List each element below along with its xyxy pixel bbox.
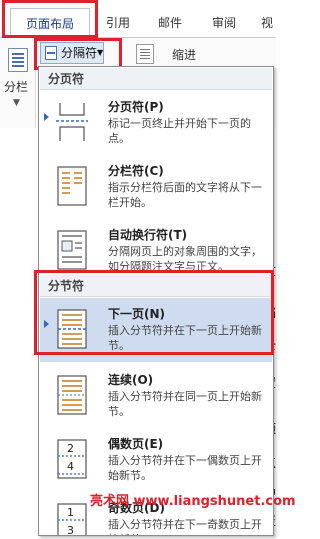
- menu-item-title: 连续(O): [108, 373, 154, 387]
- columns-button[interactable]: 分栏 ▼: [0, 38, 36, 128]
- indent-icon[interactable]: [136, 44, 154, 64]
- menu-item-desc: 插入分节符并在同一页上开始新节。: [108, 390, 262, 418]
- tab-references[interactable]: 引用: [102, 8, 134, 38]
- chevron-down-icon: ▼: [13, 98, 20, 108]
- page-break-section-header: 分页符: [40, 68, 272, 90]
- columns-label: 分栏: [4, 80, 29, 94]
- menu-item-page-break[interactable]: 分页符(P) 标记一页终止并开始下一页的点。: [40, 91, 272, 155]
- menu-item-desc: 标记一页终止并开始下一页的点。: [108, 117, 251, 145]
- menu-item-desc: 插入分节符并在下一偶数页上开始新节。: [108, 454, 262, 482]
- section-break-highlight-box: [34, 270, 274, 355]
- continuous-section-icon: [57, 375, 87, 415]
- menu-item-title: 偶数页(E): [108, 437, 164, 451]
- even-page-section-icon: 2 4: [57, 439, 87, 479]
- tab-highlight-box: [2, 0, 98, 38]
- svg-text:2: 2: [67, 442, 74, 455]
- watermark-text: 亮术网 www.liangshunet.com: [90, 494, 296, 509]
- tab-review[interactable]: 审阅: [206, 8, 242, 38]
- text-wrap-break-icon: [57, 230, 87, 270]
- tab-mailings[interactable]: 邮件: [152, 8, 188, 38]
- svg-text:4: 4: [67, 460, 74, 473]
- menu-item-desc: 插入分节符并在下一奇数页上开始新节。: [108, 518, 262, 535]
- pointer-icon: [44, 113, 49, 121]
- menu-item-continuous[interactable]: 连续(O) 插入分节符并在同一页上开始新节。: [40, 364, 272, 428]
- menu-item-desc: 指示分栏符后面的文字将从下一栏开始。: [108, 181, 262, 209]
- indent-label: 缩进: [172, 48, 197, 62]
- menu-item-title: 分栏符(C): [108, 164, 164, 178]
- column-break-icon: [57, 166, 87, 206]
- menu-item-text-wrapping-break[interactable]: 自动换行符(T) 分隔网页上的对象周围的文字，如分隔题注文字与正文。: [40, 219, 272, 275]
- svg-text:1: 1: [67, 506, 74, 519]
- menu-item-even-page[interactable]: 2 4 偶数页(E) 插入分节符并在下一偶数页上开始新节。: [40, 428, 272, 492]
- menu-item-title: 分页符(P): [108, 100, 164, 114]
- columns-icon: [8, 48, 28, 72]
- odd-page-section-icon: 1 3: [57, 503, 87, 536]
- menu-item-title: 自动换行符(T): [108, 228, 188, 242]
- svg-text:3: 3: [67, 524, 74, 536]
- tab-view[interactable]: 视: [256, 8, 278, 38]
- menu-item-column-break[interactable]: 分栏符(C) 指示分栏符后面的文字将从下一栏开始。: [40, 155, 272, 219]
- page-break-icon: [56, 103, 88, 141]
